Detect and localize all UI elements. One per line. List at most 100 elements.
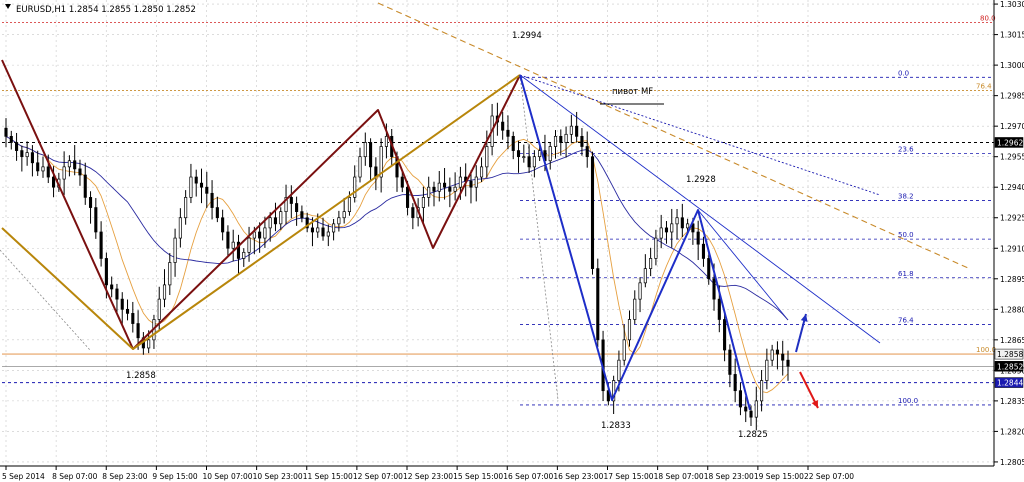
fib-level-blue-label: 100.0 (898, 397, 918, 405)
candle-body (353, 176, 357, 198)
candle-body (369, 142, 373, 168)
candle-body (162, 284, 167, 300)
candle-body (738, 390, 742, 408)
candle-body (289, 197, 293, 204)
candle-body (675, 217, 679, 225)
candle-body (210, 192, 214, 208)
price-tick-label: 1.2940 (1000, 183, 1024, 192)
candle-body (300, 211, 304, 219)
candle-body (147, 339, 151, 349)
candle-body (506, 129, 510, 137)
symbol-info: EURUSD,H1 1.2854 1.2855 1.2850 1.2852 (16, 5, 196, 15)
candle-body (189, 176, 193, 198)
candle-body (252, 231, 256, 239)
candle-body (458, 176, 462, 188)
fib-level-blue-label: 76.4 (898, 317, 914, 325)
candle-body (67, 160, 71, 168)
candle-body (347, 197, 351, 212)
fib-level-orange-label: 100.0 (976, 346, 996, 354)
price-tick-label: 1.2835 (1000, 397, 1024, 406)
candle-body (332, 223, 336, 233)
candle-body (760, 380, 764, 402)
price-label: 1.2833 (601, 421, 631, 431)
candle-body (522, 156, 526, 159)
price-tick-label: 1.3000 (1000, 61, 1024, 70)
candle-body (754, 400, 758, 418)
candle-body (728, 349, 732, 375)
candle-body (670, 223, 674, 233)
candle-body (178, 217, 182, 239)
candle-body (25, 152, 29, 158)
candle-body (469, 180, 473, 188)
candle-body (775, 349, 779, 355)
candle-body (527, 156, 531, 168)
candle-body (659, 227, 663, 239)
candle-body (342, 211, 346, 219)
candle-body (263, 227, 267, 239)
candle-body (654, 237, 658, 259)
candle-body (479, 166, 484, 178)
candle-body (400, 176, 404, 188)
candle-body (36, 162, 40, 172)
candle-body (474, 176, 478, 188)
fib-level-orange-label: 80.0 (980, 14, 996, 22)
fib-level-blue-label: 50.0 (898, 231, 914, 239)
candle-body (580, 135, 584, 147)
candle-body (427, 186, 431, 198)
price-tick-label: 1.2880 (1000, 305, 1024, 314)
candle-body (4, 127, 8, 137)
candle-body (52, 176, 56, 188)
candle-body (406, 186, 410, 208)
candle-body (226, 231, 230, 249)
time-tick-label: 10 Sep 07:00 (203, 472, 253, 481)
time-tick-label: 8 Sep 07:00 (52, 472, 98, 481)
candle-body (62, 166, 66, 180)
candle-body (432, 186, 436, 192)
price-label: 1.2858 (126, 371, 156, 381)
price-tick-label: 1.2820 (1000, 427, 1024, 436)
candle-body (73, 160, 77, 170)
candle-body (247, 237, 251, 253)
time-tick-label: 12 Sep 23:00 (403, 472, 453, 481)
candle-body (221, 217, 225, 233)
candle-body (448, 186, 452, 192)
candle-body (88, 197, 93, 208)
candle-body (548, 146, 552, 162)
candle-body (310, 227, 315, 233)
price-tick-label: 1.2985 (1000, 92, 1024, 101)
candle-body (321, 227, 325, 237)
candle-body (712, 278, 716, 300)
candle-body (453, 186, 457, 192)
fib-level-blue-label: 38.2 (898, 192, 914, 200)
candle-body (633, 298, 637, 320)
fib-level-orange-label: 76.4 (976, 83, 992, 91)
time-tick-label: 16 Sep 07:00 (503, 472, 553, 481)
time-tick-label: 17 Sep 15:00 (604, 472, 654, 481)
candle-body (20, 150, 24, 158)
candle-body (559, 135, 563, 143)
candle-body (723, 319, 727, 351)
candle-body (770, 349, 774, 361)
candle-body (511, 135, 515, 151)
candle-body (295, 203, 299, 212)
price-tick-label: 1.3030 (1000, 0, 1024, 9)
candle-body (781, 353, 785, 361)
annotation-pivot-mf: пивот MF (612, 87, 653, 97)
time-tick-label: 12 Sep 07:00 (353, 472, 403, 481)
candle-body (131, 313, 135, 324)
candle-body (337, 217, 341, 225)
candle-body (30, 152, 34, 164)
candle-body (564, 133, 568, 143)
candle-body (411, 207, 415, 219)
candle-body (46, 166, 50, 178)
candle-body (268, 217, 272, 229)
candle-body (316, 227, 320, 233)
time-tick-label: 8 Sep 23:00 (102, 472, 148, 481)
candle-body (643, 268, 647, 284)
candle-body (664, 227, 669, 233)
price-label: 1.2928 (686, 175, 716, 185)
fib-level-blue-label: 61.8 (898, 270, 914, 278)
candle-body (443, 182, 447, 188)
time-tick-label: 9 Sep 15:00 (152, 472, 198, 481)
candle-body (384, 135, 388, 147)
